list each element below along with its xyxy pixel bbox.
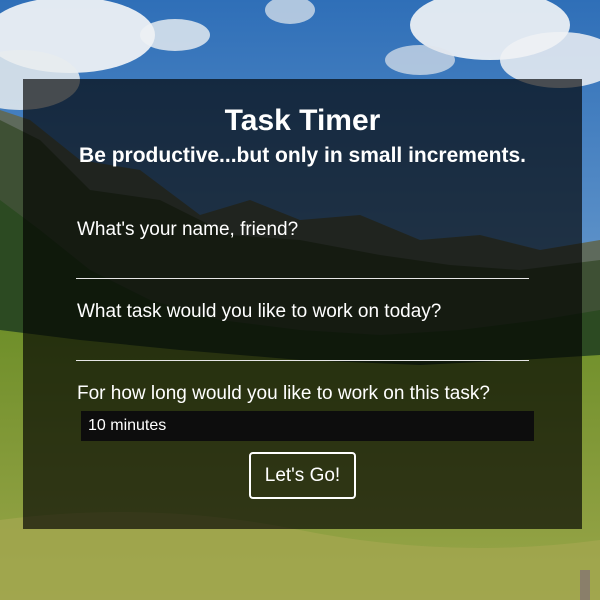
duration-select[interactable]: 10 minutes (81, 411, 534, 441)
name-label: What's your name, friend? (77, 219, 299, 240)
app-title: Task Timer (224, 104, 381, 137)
name-input[interactable] (76, 249, 529, 279)
task-timer-panel: Task Timer Be productive...but only in s… (23, 79, 582, 529)
task-label: What task would you like to work on toda… (77, 301, 442, 322)
task-input[interactable] (76, 331, 529, 361)
duration-select-value: 10 minutes (88, 417, 167, 434)
lets-go-button[interactable]: Let's Go! (249, 452, 356, 499)
duration-label: For how long would you like to work on t… (77, 383, 490, 404)
app-subtitle: Be productive...but only in small increm… (79, 144, 526, 167)
